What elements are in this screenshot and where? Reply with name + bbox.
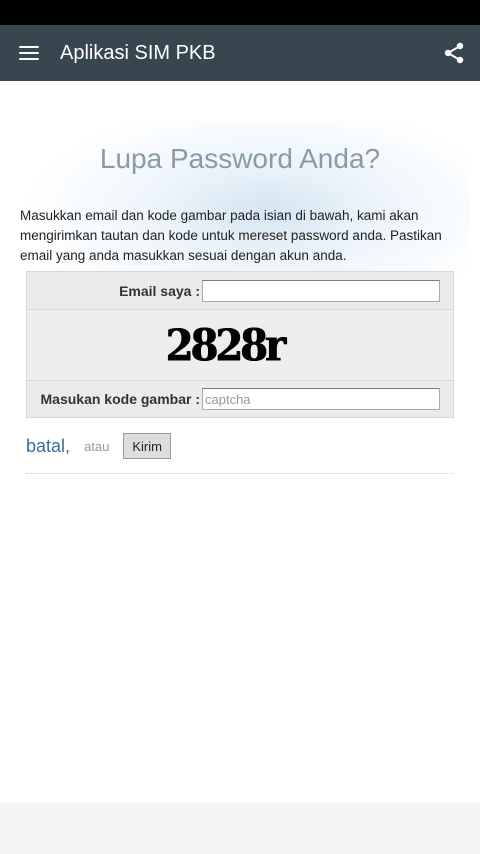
cancel-link[interactable]: batal [26,436,65,457]
app-title: Aplikasi SIM PKB [60,41,216,64]
email-input[interactable] [202,279,440,302]
share-button[interactable] [428,25,480,81]
menu-button[interactable] [0,25,58,81]
captcha-code-label: Masukan kode gambar : [40,391,201,407]
status-bar [0,0,480,25]
bottom-bar [0,803,480,854]
divider [26,473,454,474]
intro-text: Masukkan email dan kode gambar pada isia… [20,208,442,263]
captcha-code-row: Masukan kode gambar : [27,381,453,417]
content-area: Lupa Password Anda? Masukkan email dan k… [0,81,480,803]
submit-button[interactable]: Kirim [123,433,171,459]
page-title: Lupa Password Anda? [99,143,381,174]
form-actions: batal , atau Kirim [26,431,454,461]
comma-separator: , [65,435,71,456]
hamburger-icon [19,46,39,60]
email-label: Email saya : [119,282,200,299]
captcha-row: 2828r [27,310,453,381]
or-text: atau [84,438,110,454]
reset-form: Email saya : 2828r Masukan kode gambar : [26,271,454,418]
app-bar: Aplikasi SIM PKB [0,25,480,81]
captcha-input[interactable] [202,388,440,410]
email-row: Email saya : [27,272,453,310]
captcha-image: 2828r [165,319,285,371]
share-icon [444,42,464,64]
